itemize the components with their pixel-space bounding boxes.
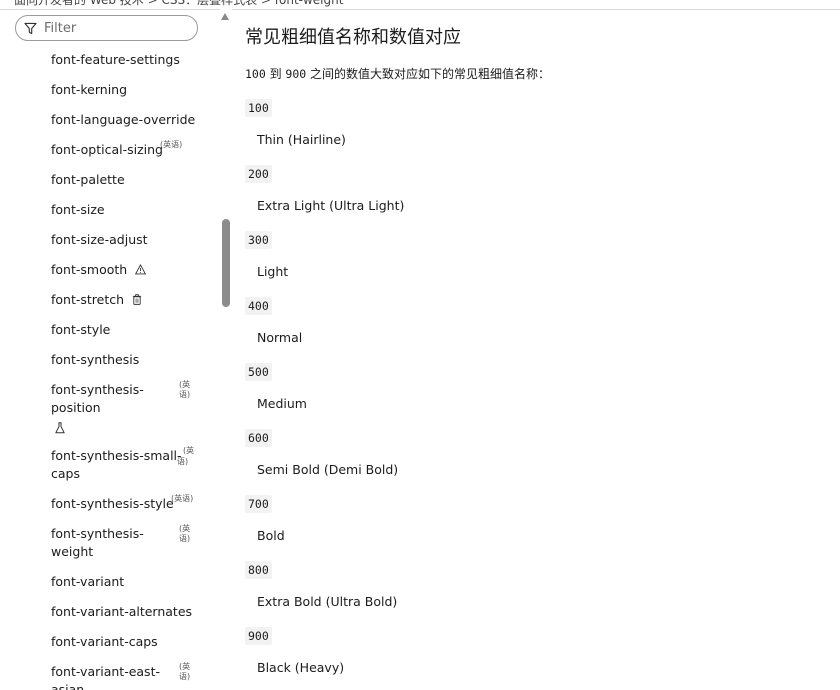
sidebar-item-label: font-kerning: [51, 82, 128, 97]
intro-code-start: 100: [245, 67, 266, 81]
english-badge-line2: 语): [177, 457, 189, 466]
weight-value: 600: [245, 429, 272, 447]
sidebar-item-font-synthesis-position[interactable]: font-synthesis- position (英语): [51, 380, 201, 434]
sidebar-item-font-synthesis-small-caps[interactable]: font-synthesis-small- caps (英 语): [51, 446, 201, 483]
filter-box[interactable]: [15, 15, 198, 41]
sidebar-item-font-smooth[interactable]: font-smooth: [51, 261, 201, 279]
filter-icon: [24, 22, 37, 34]
english-badge: (英语): [179, 380, 191, 399]
sidebar-item-label-cont: position: [51, 400, 101, 415]
sidebar-item-font-synthesis-weight[interactable]: font-synthesis- weight (英语): [51, 524, 201, 561]
sidebar-item-font-variant-caps[interactable]: font-variant-caps: [51, 633, 201, 651]
weight-value: 400: [245, 297, 272, 315]
sidebar-item-label: font-smooth: [51, 262, 128, 277]
sidebar-item-label: font-size: [51, 202, 105, 217]
sidebar-item-label: font-stretch: [51, 292, 125, 307]
sidebar-item-label: font-variant-caps: [51, 634, 158, 649]
sidebar-item-font-variant-east-asian[interactable]: font-variant-east- asian (英语): [51, 662, 201, 690]
weight-name: Extra Bold (Ultra Bold): [257, 594, 398, 609]
intro-text-mid: 到: [265, 67, 286, 81]
weight-value: 900: [245, 627, 272, 645]
english-badge-line1: (英: [183, 446, 195, 455]
sidebar-item-label: font-optical-sizing: [51, 142, 163, 157]
sidebar-item-label-cont: weight: [51, 544, 94, 559]
weight-value: 200: [245, 165, 272, 183]
weight-name: Black (Heavy): [257, 660, 345, 675]
breadcrumb[interactable]: 面向开发者的 Web 技术 > CSS：层叠样式表 > font-weight: [14, 0, 343, 8]
weight-value: 700: [245, 495, 272, 513]
english-badge: (英语): [160, 140, 183, 149]
weight-value: 800: [245, 561, 272, 579]
flask-icon: [55, 422, 65, 434]
weight-name: Semi Bold (Demi Bold): [257, 462, 399, 477]
weight-value: 300: [245, 231, 272, 249]
weight-value: 500: [245, 363, 272, 381]
sidebar: font-feature-settings font-kerning font-…: [0, 9, 232, 690]
sidebar-item-label: font-variant-alternates: [51, 604, 193, 619]
sidebar-item-font-stretch[interactable]: font-stretch: [51, 291, 201, 309]
filter-input[interactable]: [42, 19, 186, 37]
sidebar-item-label: font-synthesis: [51, 352, 140, 367]
intro-code-end: 900: [285, 67, 307, 81]
sidebar-item-font-size[interactable]: font-size: [51, 201, 201, 219]
sidebar-item-label: font-synthesis-style: [51, 496, 174, 511]
weight-value: 100: [245, 99, 272, 117]
sidebar-item-label: font-palette: [51, 172, 125, 187]
english-badge: (英语): [179, 524, 191, 543]
sidebar-item-label: font-size-adjust: [51, 232, 148, 247]
sidebar-item-label: font-style: [51, 322, 111, 337]
weight-name: Extra Light (Ultra Light): [257, 198, 405, 213]
sidebar-item-label-cont: asian: [51, 682, 85, 690]
sidebar-item-label: font-language-override: [51, 112, 196, 127]
trash-icon: [132, 294, 142, 305]
sidebar-item-font-variant-alternates[interactable]: font-variant-alternates: [51, 603, 201, 621]
weight-name: Normal: [257, 330, 303, 345]
weight-name: Light: [257, 264, 289, 279]
section-heading: 常见粗细值名称和数值对应: [245, 27, 461, 48]
weight-name: Bold: [257, 528, 285, 543]
warning-icon: [135, 264, 147, 275]
sidebar-item-font-variant[interactable]: font-variant: [51, 573, 201, 591]
sidebar-item-label-cont: caps: [51, 466, 80, 481]
weight-name: Medium: [257, 396, 307, 411]
sidebar-item-font-feature-settings[interactable]: font-feature-settings: [51, 51, 201, 69]
intro-text-rest: 之间的数值大致对应如下的常见粗细值名称：: [306, 67, 551, 81]
sidebar-item-font-language-override[interactable]: font-language-override: [51, 111, 201, 129]
sidebar-item-font-style[interactable]: font-style: [51, 321, 201, 339]
intro-paragraph: 100 到 900 之间的数值大致对应如下的常见粗细值名称：: [245, 65, 550, 82]
weight-name: Thin (Hairline): [257, 132, 346, 147]
sidebar-item-font-synthesis-style[interactable]: font-synthesis-style (英语): [51, 494, 201, 513]
sidebar-item-label: font-feature-settings: [51, 52, 180, 67]
sidebar-item-label: font-variant: [51, 574, 125, 589]
english-badge: (英语): [171, 494, 194, 503]
sidebar-item-font-palette[interactable]: font-palette: [51, 171, 201, 189]
sidebar-scrollbar[interactable]: [220, 9, 232, 690]
sidebar-item-font-synthesis[interactable]: font-synthesis: [51, 351, 201, 369]
english-badge: (英语): [179, 662, 191, 681]
sidebar-item-font-size-adjust[interactable]: font-size-adjust: [51, 231, 201, 249]
scroll-up-arrow-icon[interactable]: [221, 13, 229, 20]
sidebar-scrollbar-thumb[interactable]: [222, 219, 230, 307]
sidebar-item-font-optical-sizing[interactable]: font-optical-sizing (英语): [51, 140, 201, 159]
sidebar-item-font-kerning[interactable]: font-kerning: [51, 81, 201, 99]
